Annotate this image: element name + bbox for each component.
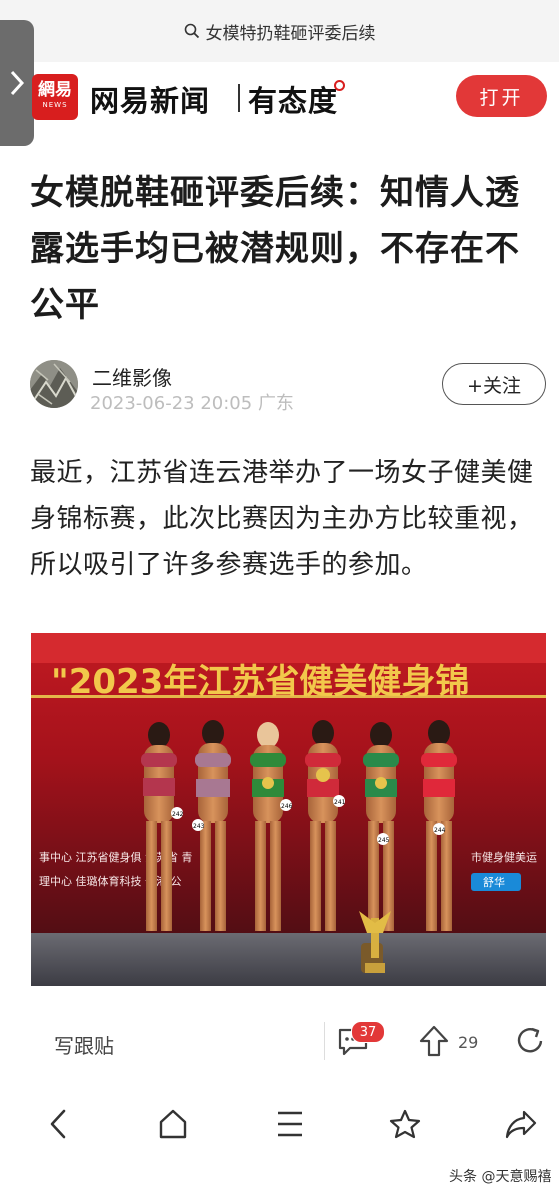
photo-sponsor-logo: 舒华 bbox=[483, 875, 505, 889]
browser-bookmark-button[interactable] bbox=[389, 1108, 421, 1144]
photo-sponsor-line3: 市健身健美运 bbox=[471, 850, 537, 864]
publish-location: 广东 bbox=[257, 393, 294, 414]
action-divider bbox=[324, 1022, 325, 1060]
logo-text: 網易 bbox=[38, 80, 72, 100]
bib-number: 244 bbox=[434, 827, 446, 834]
search-query-text: 女模特扔鞋砸评委后续 bbox=[205, 23, 376, 44]
author-name[interactable]: 二维影像 bbox=[92, 362, 172, 391]
bib-number: 241 bbox=[334, 799, 346, 806]
comment-count-badge: 37 bbox=[351, 1021, 385, 1043]
open-app-button[interactable]: 打开 bbox=[456, 75, 547, 117]
share-article-button[interactable] bbox=[516, 1026, 544, 1060]
write-reply-button[interactable]: 写跟贴 bbox=[54, 1030, 114, 1059]
star-icon bbox=[389, 1109, 421, 1139]
photo-banner-text: "2023年江苏省健美健身锦 bbox=[51, 662, 469, 702]
browser-share-button[interactable] bbox=[504, 1108, 538, 1144]
registered-mark bbox=[334, 80, 345, 91]
browser-home-button[interactable] bbox=[157, 1108, 189, 1144]
upvote-button[interactable] bbox=[418, 1024, 450, 1062]
browser-menu-button[interactable] bbox=[275, 1108, 305, 1144]
share-arrow-icon bbox=[505, 1110, 537, 1139]
home-icon bbox=[159, 1109, 187, 1139]
search-icon bbox=[184, 23, 199, 39]
menu-icon bbox=[278, 1111, 302, 1137]
bib-number: 243 bbox=[193, 823, 205, 830]
upvote-count: 29 bbox=[458, 1033, 479, 1052]
watermark: 头条 @天意赐禧 bbox=[449, 1169, 552, 1185]
browser-back-button[interactable] bbox=[46, 1108, 72, 1144]
follow-button[interactable]: +关注 bbox=[442, 363, 546, 405]
netease-logo: 網易 NEWS bbox=[32, 74, 78, 120]
brand-divider bbox=[238, 84, 240, 112]
bib-number: 245 bbox=[378, 837, 390, 844]
chevron-right-icon bbox=[10, 70, 25, 96]
bib-number: 246 bbox=[281, 803, 293, 810]
brand-name: 网易新闻 bbox=[90, 84, 211, 118]
article-photo[interactable]: "2023年江苏省健美健身锦 事中心 江苏省健身俱 江苏省 青 理中心 佳璐体育… bbox=[31, 633, 546, 986]
side-back-button[interactable] bbox=[0, 20, 34, 146]
back-icon bbox=[50, 1109, 66, 1139]
publish-date: 2023-06-23 20:05 bbox=[90, 393, 253, 414]
article-meta: 2023-06-23 20:05 广东 bbox=[90, 389, 294, 415]
article-title: 女模脱鞋砸评委后续：知情人透露选手均已被潜规则，不存在不公平 bbox=[30, 173, 520, 325]
logo-subtext: NEWS bbox=[42, 101, 68, 109]
author-avatar[interactable] bbox=[30, 360, 78, 408]
arrow-up-icon bbox=[419, 1025, 449, 1057]
article-paragraph: 最近，江苏省连云港举办了一场女子健美健身锦标赛，此次比赛因为主办方比较重视，所以… bbox=[30, 458, 534, 580]
share-icon bbox=[517, 1027, 543, 1053]
brand-slogan: 有态度 bbox=[248, 84, 339, 118]
photo-sponsor-line2: 理中心 佳璐体育科技 云港 公 bbox=[39, 874, 182, 888]
search-query[interactable]: 女模特扔鞋砸评委后续 bbox=[0, 0, 559, 62]
bib-number: 242 bbox=[172, 811, 184, 818]
